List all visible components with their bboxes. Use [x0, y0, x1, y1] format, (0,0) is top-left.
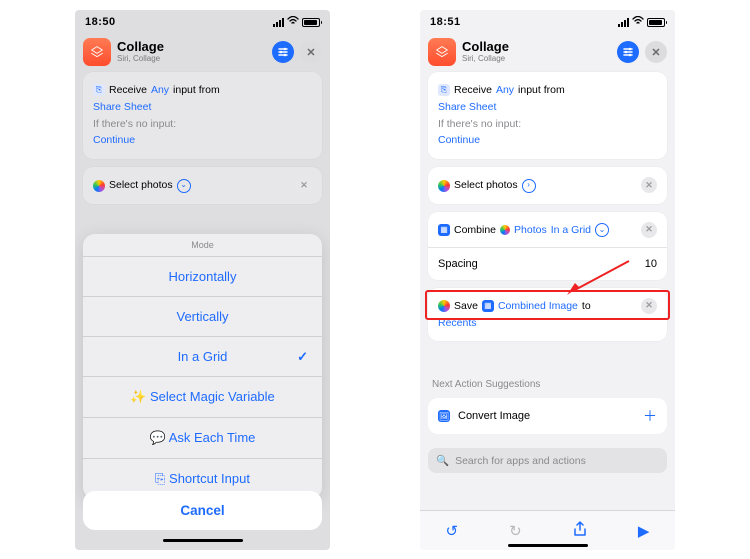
share-sheet-link[interactable]: Share Sheet — [93, 99, 151, 116]
convert-image-icon: 🖼 — [438, 410, 450, 422]
status-bar: 18:50 — [75, 10, 330, 32]
battery-icon — [647, 18, 665, 27]
sheet-item-vertically[interactable]: Vertically — [83, 297, 322, 337]
combine-icon: ▦ — [438, 224, 450, 236]
sheet-item-horizontally[interactable]: Horizontally — [83, 257, 322, 297]
mode-action-sheet: Mode Horizontally Vertically In a Grid ✓… — [83, 234, 322, 499]
input-icon: ⎘ — [93, 84, 105, 96]
expand-icon[interactable]: › — [522, 179, 536, 193]
sheet-item-label: In a Grid — [178, 349, 228, 364]
select-photos-label: Select photos — [109, 177, 173, 194]
photos-icon — [93, 180, 105, 192]
run-button[interactable]: ▶ — [638, 522, 650, 540]
receive-prefix: Receive — [454, 82, 492, 99]
status-time: 18:50 — [85, 16, 116, 28]
select-photos-card[interactable]: ✕ Select photos › — [428, 167, 667, 204]
add-suggestion-icon[interactable]: ＋ — [643, 406, 657, 426]
receive-suffix: input from — [518, 82, 565, 99]
receive-any[interactable]: Any — [496, 82, 514, 99]
collapse-icon[interactable]: ⌄ — [595, 223, 609, 237]
shortcut-header: Collage Siri, Collage ✕ — [75, 32, 330, 72]
cell-signal-icon — [618, 18, 629, 27]
no-input-label: If there's no input: — [438, 116, 521, 133]
receive-card: ⎘ Receive Any input from Share Sheet If … — [83, 72, 322, 159]
phone-left: 18:50 Collage Siri, Collage ✕ ⎘ Receive … — [75, 10, 330, 550]
sheet-item-in-a-grid[interactable]: In a Grid ✓ — [83, 337, 322, 377]
spacing-label: Spacing — [438, 258, 478, 270]
continue-link[interactable]: Continue — [93, 132, 135, 149]
sheet-item-ask-each-time[interactable]: 💬 Ask Each Time — [83, 418, 322, 459]
combine-verb: Combine — [454, 222, 496, 239]
undo-button[interactable]: ↺ — [446, 522, 459, 540]
shortcut-title: Collage — [462, 40, 611, 54]
select-photos-label: Select photos — [454, 177, 518, 194]
share-sheet-link[interactable]: Share Sheet — [438, 99, 496, 116]
input-icon: ⎘ — [438, 84, 450, 96]
sheet-title: Mode — [83, 234, 322, 257]
photos-icon — [438, 180, 450, 192]
wifi-icon — [287, 16, 299, 28]
settings-button[interactable] — [617, 41, 639, 63]
cell-signal-icon — [273, 18, 284, 27]
search-placeholder: Search for apps and actions — [455, 455, 586, 467]
photos-icon — [500, 225, 510, 235]
phone-right: 18:51 Collage Siri, Collage ✕ ⎘ Receive … — [420, 10, 675, 550]
status-time: 18:51 — [430, 16, 461, 28]
battery-icon — [302, 18, 320, 27]
redo-button: ↻ — [509, 522, 522, 540]
receive-card: ⎘ Receive Any input from Share Sheet If … — [428, 72, 667, 159]
combine-photos[interactable]: Photos — [514, 222, 547, 239]
receive-any[interactable]: Any — [151, 82, 169, 99]
home-indicator — [163, 539, 243, 543]
expand-icon[interactable]: ⌄ — [177, 179, 191, 193]
search-input[interactable]: 🔍 Search for apps and actions — [428, 448, 667, 473]
shortcut-header: Collage Siri, Collage ✕ — [420, 32, 675, 72]
suggestion-label: Convert Image — [458, 410, 530, 422]
cancel-button[interactable]: Cancel — [83, 491, 322, 530]
check-icon: ✓ — [297, 349, 308, 365]
shortcut-title: Collage — [117, 40, 266, 54]
search-icon: 🔍 — [436, 454, 449, 467]
shortcut-app-icon — [428, 38, 456, 66]
status-bar: 18:51 — [420, 10, 675, 32]
suggestion-convert-image[interactable]: 🖼 Convert Image ＋ — [428, 398, 667, 434]
combine-mode[interactable]: In a Grid — [551, 222, 591, 239]
close-button[interactable]: ✕ — [300, 41, 322, 63]
delete-action-button[interactable]: ✕ — [641, 222, 657, 238]
wifi-icon — [632, 16, 644, 28]
suggestions-title: Next Action Suggestions — [428, 375, 667, 390]
select-photos-card[interactable]: ✕ Select photos ⌄ — [83, 167, 322, 204]
shortcut-app-icon — [83, 38, 111, 66]
sheet-item-magic-variable[interactable]: ✨ Select Magic Variable — [83, 377, 322, 418]
continue-link[interactable]: Continue — [438, 132, 480, 149]
receive-suffix: input from — [173, 82, 220, 99]
shortcut-subtitle: Siri, Collage — [117, 55, 266, 64]
share-button[interactable] — [573, 521, 587, 541]
home-indicator — [508, 544, 588, 548]
receive-prefix: Receive — [109, 82, 147, 99]
annotation-arrow-icon — [565, 257, 635, 297]
close-button[interactable]: ✕ — [645, 41, 667, 63]
settings-button[interactable] — [272, 41, 294, 63]
no-input-label: If there's no input: — [93, 116, 176, 133]
spacing-value[interactable]: 10 — [645, 258, 657, 270]
shortcut-subtitle: Siri, Collage — [462, 55, 611, 64]
